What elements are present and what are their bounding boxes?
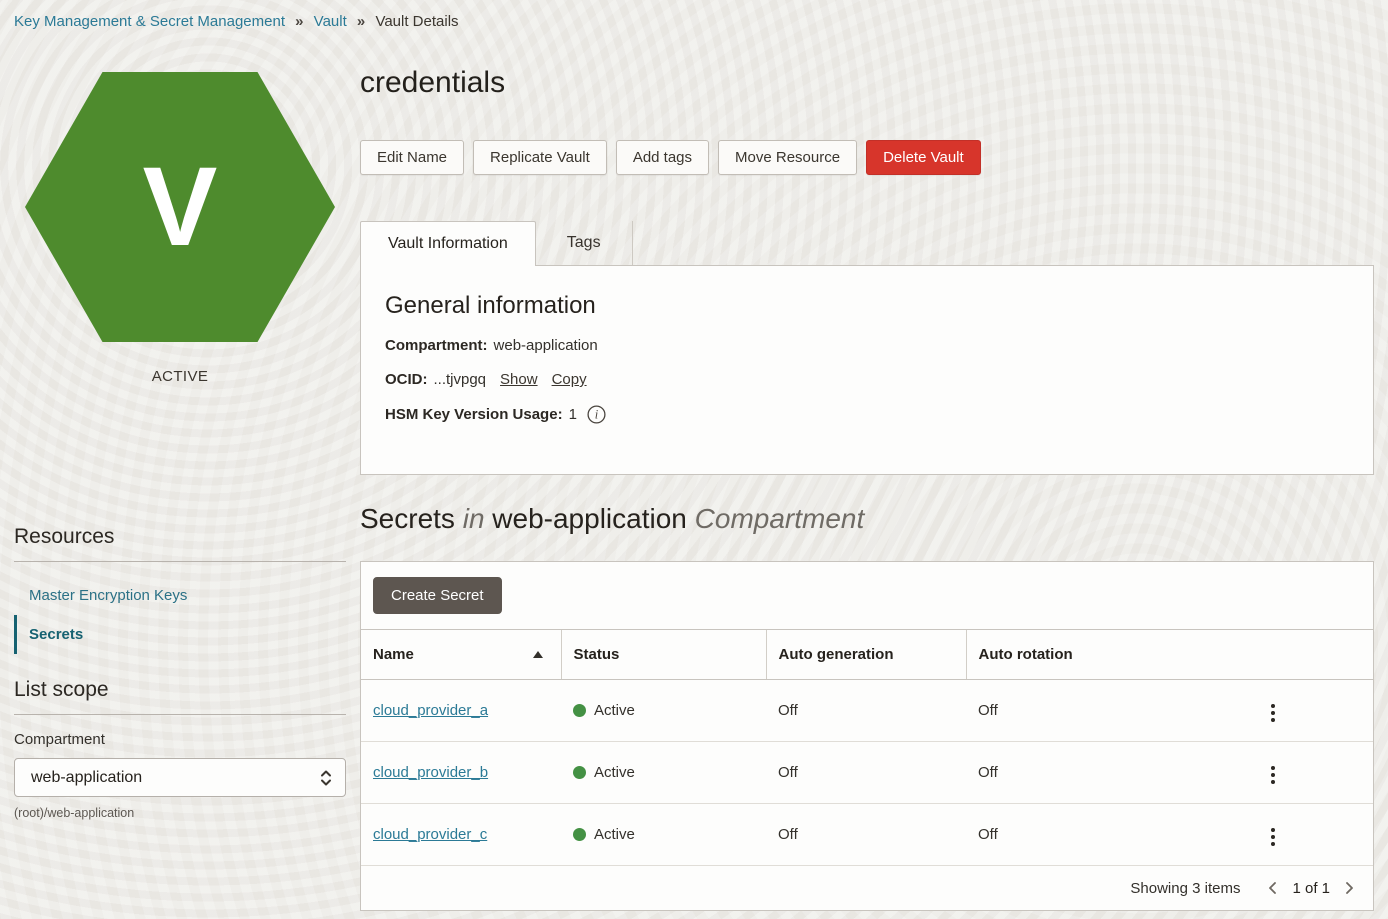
secrets-heading-in: in <box>463 503 485 534</box>
page-indicator: 1 of 1 <box>1292 880 1330 897</box>
ocid-field-label: OCID: <box>385 371 428 388</box>
secrets-section-heading: Secrets in web-application Compartment <box>360 503 1374 535</box>
auto-rotation-value: Off <box>966 680 1253 742</box>
divider <box>14 561 346 562</box>
breadcrumb-separator-icon: » <box>295 13 303 30</box>
select-updown-chevron-icon <box>319 768 333 788</box>
vault-information-panel: General information Compartment: web-app… <box>360 265 1374 475</box>
hsm-usage-row: HSM Key Version Usage: 1 i <box>385 405 1349 424</box>
secrets-heading-compartment-word: Compartment <box>695 503 865 534</box>
sort-ascending-icon <box>533 651 543 658</box>
tab-vault-information[interactable]: Vault Information <box>360 221 536 266</box>
secret-link-cloud-provider-a[interactable]: cloud_provider_a <box>373 702 488 719</box>
auto-generation-value: Off <box>766 680 966 742</box>
column-header-auto-generation[interactable]: Auto generation <box>766 630 966 680</box>
info-icon[interactable]: i <box>587 405 606 424</box>
ocid-show-link[interactable]: Show <box>500 371 538 388</box>
general-information-heading: General information <box>385 292 1349 320</box>
edit-name-button[interactable]: Edit Name <box>360 140 464 175</box>
list-scope-heading: List scope <box>14 678 346 702</box>
row-actions-kebab-icon[interactable] <box>1261 824 1285 850</box>
table-row: cloud_provider_c Active Off Off <box>361 804 1373 866</box>
svg-text:i: i <box>595 408 599 422</box>
auto-rotation-value: Off <box>966 804 1253 866</box>
compartment-field-label: Compartment: <box>385 337 488 354</box>
delete-vault-button[interactable]: Delete Vault <box>866 140 981 175</box>
sidebar-item-secrets[interactable]: Secrets <box>14 615 346 654</box>
divider <box>14 714 346 715</box>
resources-heading: Resources <box>14 525 346 549</box>
row-actions-kebab-icon[interactable] <box>1261 700 1285 726</box>
vault-status-label: ACTIVE <box>14 368 346 385</box>
breadcrumb-link-key-management[interactable]: Key Management & Secret Management <box>14 13 285 30</box>
sidebar: V ACTIVE Resources Master Encryption Key… <box>14 30 346 911</box>
add-tags-button[interactable]: Add tags <box>616 140 709 175</box>
secrets-toolbar: Create Secret <box>361 562 1373 629</box>
compartment-select[interactable]: web-application <box>14 758 346 797</box>
tab-tags[interactable]: Tags <box>536 221 633 265</box>
compartment-path: (root)/web-application <box>14 806 346 820</box>
hsm-usage-value: 1 <box>569 406 577 423</box>
vault-initial: V <box>143 151 218 263</box>
active-status-dot-icon <box>573 828 586 841</box>
secrets-heading-word: Secrets <box>360 503 455 534</box>
active-status-dot-icon <box>573 766 586 779</box>
page-title: credentials <box>360 66 1374 100</box>
compartment-label: Compartment <box>14 731 346 748</box>
sidebar-item-master-encryption-keys[interactable]: Master Encryption Keys <box>14 576 346 615</box>
vault-hexagon-icon: V <box>25 72 335 342</box>
secrets-table: Name Status Auto generation Auto rotatio… <box>361 629 1373 865</box>
previous-page-chevron-icon[interactable] <box>1265 879 1281 897</box>
ocid-field-value: ...tjvpgq <box>434 371 487 388</box>
compartment-row: Compartment: web-application <box>385 337 1349 354</box>
main-content: credentials Edit Name Replicate Vault Ad… <box>360 30 1374 911</box>
tab-bar: Vault Information Tags <box>360 221 1374 265</box>
column-header-name[interactable]: Name <box>361 630 561 680</box>
breadcrumb-separator-icon: » <box>357 13 365 30</box>
compartment-field-value: web-application <box>494 337 598 354</box>
secret-link-cloud-provider-c[interactable]: cloud_provider_c <box>373 826 487 843</box>
compartment-select-value: web-application <box>31 769 142 787</box>
status-text: Active <box>594 702 635 719</box>
auto-rotation-value: Off <box>966 742 1253 804</box>
next-page-chevron-icon[interactable] <box>1341 879 1357 897</box>
auto-generation-value: Off <box>766 742 966 804</box>
status-text: Active <box>594 826 635 843</box>
hsm-usage-label: HSM Key Version Usage: <box>385 406 563 423</box>
secrets-heading-compartment-name: web-application <box>492 503 687 534</box>
breadcrumb: Key Management & Secret Management » Vau… <box>0 0 1388 30</box>
items-summary: Showing 3 items <box>1130 880 1240 897</box>
breadcrumb-current: Vault Details <box>375 13 458 30</box>
ocid-copy-link[interactable]: Copy <box>552 371 587 388</box>
secrets-card: Create Secret Name Status <box>360 561 1374 911</box>
ocid-row: OCID: ...tjvpgq Show Copy <box>385 371 1349 388</box>
active-status-dot-icon <box>573 704 586 717</box>
secret-link-cloud-provider-b[interactable]: cloud_provider_b <box>373 764 488 781</box>
column-header-status[interactable]: Status <box>561 630 766 680</box>
table-row: cloud_provider_b Active Off Off <box>361 742 1373 804</box>
row-actions-kebab-icon[interactable] <box>1261 762 1285 788</box>
column-header-auto-rotation[interactable]: Auto rotation <box>966 630 1373 680</box>
action-button-row: Edit Name Replicate Vault Add tags Move … <box>360 140 1374 175</box>
move-resource-button[interactable]: Move Resource <box>718 140 857 175</box>
breadcrumb-link-vault[interactable]: Vault <box>314 13 347 30</box>
create-secret-button[interactable]: Create Secret <box>373 577 502 614</box>
table-footer: Showing 3 items 1 of 1 <box>361 865 1373 910</box>
auto-generation-value: Off <box>766 804 966 866</box>
table-row: cloud_provider_a Active Off Off <box>361 680 1373 742</box>
status-text: Active <box>594 764 635 781</box>
column-header-name-label: Name <box>373 646 414 663</box>
replicate-vault-button[interactable]: Replicate Vault <box>473 140 607 175</box>
